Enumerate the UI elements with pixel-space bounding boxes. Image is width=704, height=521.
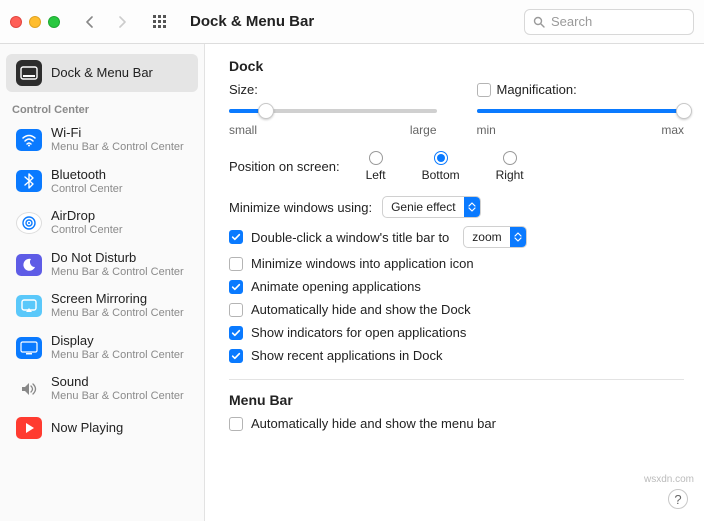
main-pane: Dock Size: small large Magnification: <box>205 44 704 521</box>
sidebar-item-display[interactable]: Display Menu Bar & Control Center <box>6 328 198 368</box>
size-slider[interactable] <box>229 101 437 121</box>
dock-check-label: Show recent applications in Dock <box>251 348 443 363</box>
sidebar-item-bluetooth[interactable]: Bluetooth Control Center <box>6 162 198 202</box>
titlebar-action-select[interactable]: zoom <box>463 226 526 248</box>
dock-check-label: Automatically hide and show the Dock <box>251 302 471 317</box>
sidebar-item-sub: Control Center <box>51 183 123 196</box>
sidebar-item-label: AirDrop <box>51 209 123 224</box>
sidebar-item-label: Wi-Fi <box>51 126 184 141</box>
menubar-autohide-label: Automatically hide and show the menu bar <box>251 416 496 431</box>
sidebar-item-label: Dock & Menu Bar <box>51 66 153 81</box>
sidebar-item-label: Do Not Disturb <box>51 251 184 266</box>
screen-mirroring-icon <box>21 299 37 313</box>
dock-checkbox-4[interactable] <box>229 326 243 340</box>
sidebar: Dock & Menu Bar Control Center Wi-Fi Men… <box>0 44 205 521</box>
search-placeholder: Search <box>551 14 592 29</box>
watermark: wsxdn.com <box>644 474 694 485</box>
minimize-using-label: Minimize windows using: <box>229 200 372 215</box>
dock-check-label: Double-click a window's title bar to <box>251 230 449 245</box>
menubar-autohide-checkbox[interactable] <box>229 417 243 431</box>
sidebar-item-wifi[interactable]: Wi-Fi Menu Bar & Control Center <box>6 120 198 160</box>
radio-label: Left <box>366 168 386 182</box>
sidebar-item-screen-mirroring[interactable]: Screen Mirroring Menu Bar & Control Cent… <box>6 286 198 326</box>
sidebar-section-control-center: Control Center <box>0 94 204 118</box>
close-button[interactable] <box>10 16 22 28</box>
dock-check-label: Minimize windows into application icon <box>251 256 474 271</box>
back-button[interactable] <box>78 10 102 34</box>
help-button[interactable]: ? <box>668 489 688 509</box>
sidebar-item-sound[interactable]: Sound Menu Bar & Control Center <box>6 369 198 409</box>
minimize-button[interactable] <box>29 16 41 28</box>
magnification-label: Magnification: <box>497 82 577 97</box>
magnification-min-label: min <box>477 123 496 137</box>
minimize-using-value: Genie effect <box>391 200 456 214</box>
sidebar-item-label: Sound <box>51 375 184 390</box>
dock-checkbox-5[interactable] <box>229 349 243 363</box>
sidebar-item-sub: Menu Bar & Control Center <box>51 390 184 403</box>
position-radio-left[interactable]: Left <box>366 151 386 182</box>
forward-button[interactable] <box>110 10 134 34</box>
sidebar-item-sub: Menu Bar & Control Center <box>51 266 184 279</box>
magnification-max-label: max <box>661 123 684 137</box>
dock-checkbox-3[interactable] <box>229 303 243 317</box>
position-radio-right[interactable]: Right <box>496 151 524 182</box>
moon-icon <box>21 257 37 273</box>
sidebar-item-sub: Control Center <box>51 224 123 237</box>
titlebar-action-value: zoom <box>472 230 501 244</box>
position-radio-group: Left Bottom Right <box>366 151 524 182</box>
search-icon <box>533 16 545 28</box>
size-max-label: large <box>410 123 437 137</box>
dock-heading: Dock <box>229 58 684 74</box>
dock-check-label: Animate opening applications <box>251 279 421 294</box>
menubar-heading: Menu Bar <box>229 392 684 408</box>
sidebar-item-now-playing[interactable]: Now Playing <box>6 411 198 445</box>
play-icon <box>22 421 36 435</box>
airdrop-icon <box>20 214 38 232</box>
magnification-checkbox[interactable] <box>477 83 491 97</box>
dock-checkbox-0[interactable] <box>229 230 243 244</box>
sidebar-item-airdrop[interactable]: AirDrop Control Center <box>6 203 198 243</box>
dock-icon <box>20 66 38 80</box>
sidebar-item-sub: Menu Bar & Control Center <box>51 141 184 154</box>
dock-checkbox-1[interactable] <box>229 257 243 271</box>
sound-icon <box>20 381 38 397</box>
minimize-using-select[interactable]: Genie effect <box>382 196 481 218</box>
size-min-label: small <box>229 123 257 137</box>
radio-label: Right <box>496 168 524 182</box>
toolbar: Dock & Menu Bar Search <box>0 0 704 44</box>
radio-label: Bottom <box>422 168 460 182</box>
display-icon <box>20 341 38 355</box>
separator <box>229 379 684 380</box>
position-radio-bottom[interactable]: Bottom <box>422 151 460 182</box>
sidebar-item-sub: Menu Bar & Control Center <box>51 307 184 320</box>
sidebar-item-label: Bluetooth <box>51 168 123 183</box>
select-stepper-icon <box>464 197 480 217</box>
traffic-lights <box>10 16 60 28</box>
sidebar-item-label: Display <box>51 334 184 349</box>
search-input[interactable]: Search <box>524 9 694 35</box>
dock-checkbox-2[interactable] <box>229 280 243 294</box>
sidebar-item-dock-menu-bar[interactable]: Dock & Menu Bar <box>6 54 198 92</box>
show-all-button[interactable] <box>148 10 172 34</box>
sidebar-item-label: Screen Mirroring <box>51 292 184 307</box>
sidebar-item-do-not-disturb[interactable]: Do Not Disturb Menu Bar & Control Center <box>6 245 198 285</box>
window-title: Dock & Menu Bar <box>190 13 314 30</box>
maximize-button[interactable] <box>48 16 60 28</box>
dock-check-label: Show indicators for open applications <box>251 325 466 340</box>
position-label: Position on screen: <box>229 159 340 174</box>
sidebar-item-label: Now Playing <box>51 421 123 436</box>
bluetooth-icon <box>22 173 36 189</box>
sidebar-item-sub: Menu Bar & Control Center <box>51 349 184 362</box>
wifi-icon <box>21 132 37 148</box>
size-label: Size: <box>229 82 437 97</box>
magnification-slider[interactable] <box>477 101 685 121</box>
select-stepper-icon <box>510 227 526 247</box>
